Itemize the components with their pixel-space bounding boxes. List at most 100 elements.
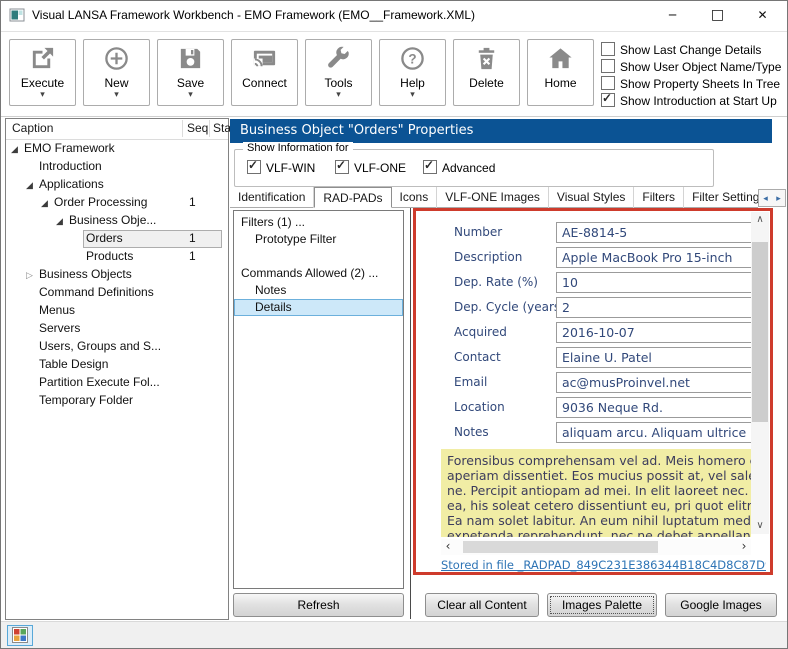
contact-field[interactable] [556, 347, 752, 368]
option-show-introduction[interactable]: Show Introduction at Start Up [601, 92, 781, 108]
expander-expanded-icon[interactable] [56, 213, 63, 227]
minimize-button[interactable] [650, 1, 695, 30]
column-caption[interactable]: Caption [12, 121, 53, 135]
tree-row-orders[interactable]: Orders1 [6, 230, 228, 248]
horizontal-scrollbar[interactable] [441, 539, 751, 555]
dropdown-caret-icon[interactable] [84, 90, 149, 100]
column-divider[interactable] [182, 120, 183, 137]
notes-text-area[interactable]: Forensibus comprehensam vel ad. Meis hom… [441, 449, 751, 537]
checkbox-checked-icon[interactable] [423, 160, 437, 174]
nav-item-notes[interactable]: Notes [234, 282, 403, 299]
home-button[interactable]: Home [527, 39, 594, 106]
execute-button[interactable]: Execute [9, 39, 76, 106]
tree-row-emo-framework[interactable]: EMO Framework [6, 140, 228, 158]
clear-all-content-button[interactable]: Clear all Content [425, 593, 539, 617]
tree-row-applications[interactable]: Applications [6, 176, 228, 194]
dropdown-caret-icon[interactable] [158, 90, 223, 100]
tools-button[interactable]: Tools [305, 39, 372, 106]
tab-visual-styles[interactable]: Visual Styles [549, 187, 634, 208]
vlf-win-checkbox[interactable]: VLF-WIN [247, 160, 315, 175]
maximize-button[interactable] [695, 1, 740, 30]
dropdown-caret-icon[interactable] [10, 90, 75, 100]
expander-expanded-icon[interactable] [11, 141, 18, 155]
dep-rate-field[interactable] [556, 272, 752, 293]
tree-row-products[interactable]: Products1 [6, 248, 228, 266]
refresh-button[interactable]: Refresh [233, 593, 404, 617]
nav-item-details[interactable]: Details [234, 299, 403, 316]
option-show-user-object[interactable]: Show User Object Name/Type [601, 58, 781, 74]
notes-field[interactable] [556, 422, 752, 443]
tree-row-business-objects[interactable]: Business Objects [6, 266, 228, 284]
close-button[interactable] [740, 1, 785, 30]
palette-statusbar-button[interactable] [7, 625, 33, 646]
scroll-down-icon[interactable] [751, 518, 769, 534]
tree-row-temporary-folder[interactable]: Temporary Folder [6, 392, 228, 410]
vertical-scrollbar[interactable] [751, 212, 769, 534]
delete-button[interactable]: Delete [453, 39, 520, 106]
tree-row-partition-execute[interactable]: Partition Execute Fol... [6, 374, 228, 392]
location-field[interactable] [556, 397, 752, 418]
scroll-right-icon[interactable] [737, 539, 751, 555]
field-label: Email [454, 375, 487, 389]
group-legend: Show Information for [243, 142, 353, 154]
stored-file-link[interactable]: Stored in file _RADPAD_849C231E386344B18… [441, 558, 766, 572]
nav-item-prototype-filter[interactable]: Prototype Filter [234, 231, 403, 248]
tab-scroll-left-icon[interactable] [759, 190, 772, 206]
dep-cycle-field[interactable] [556, 297, 752, 318]
expander-expanded-icon[interactable] [26, 177, 33, 191]
tree-item-label: Temporary Folder [39, 393, 133, 407]
save-button[interactable]: Save [157, 39, 224, 106]
scroll-up-icon[interactable] [751, 212, 769, 228]
number-field[interactable] [556, 222, 752, 243]
tree-row-table-design[interactable]: Table Design [6, 356, 228, 374]
dropdown-caret-icon[interactable] [306, 90, 371, 100]
dropdown-caret-icon[interactable] [380, 90, 445, 100]
nav-item-blank[interactable] [234, 248, 403, 265]
tree-row-users-groups[interactable]: Users, Groups and S... [6, 338, 228, 356]
email-field[interactable] [556, 372, 752, 393]
tree-row-order-processing[interactable]: Order Processing1 [6, 194, 228, 212]
tab-scroll-right-icon[interactable] [772, 190, 785, 206]
column-seq[interactable]: Seq [187, 121, 208, 135]
new-button[interactable]: New [83, 39, 150, 106]
tab-identification[interactable]: Identification [230, 187, 314, 208]
description-field[interactable] [556, 247, 752, 268]
tab-filters[interactable]: Filters [634, 187, 684, 208]
tree-row-introduction[interactable]: Introduction [6, 158, 228, 176]
checkbox-icon[interactable] [601, 42, 615, 56]
google-images-button[interactable]: Google Images [665, 593, 777, 617]
checkbox-checked-icon[interactable] [335, 160, 349, 174]
option-show-last-change[interactable]: Show Last Change Details [601, 41, 781, 57]
expander-expanded-icon[interactable] [41, 195, 48, 209]
column-divider[interactable] [209, 120, 210, 137]
checkbox-icon[interactable] [601, 76, 615, 90]
tree-item-label: Order Processing [54, 195, 147, 209]
tab-rad-pads[interactable]: RAD-PADs [314, 187, 391, 208]
scroll-left-icon[interactable] [441, 539, 455, 555]
nav-item-filters[interactable]: Filters (1) ... [234, 214, 403, 231]
checkbox-icon[interactable] [601, 59, 615, 73]
checkbox-checked-icon[interactable] [601, 93, 615, 107]
tab-icons[interactable]: Icons [392, 187, 438, 208]
vertical-scrollbar-thumb[interactable] [752, 242, 768, 422]
vertical-splitter[interactable] [410, 208, 411, 619]
app-window: Visual LANSA Framework Workbench - EMO F… [0, 0, 788, 649]
tab-filter-settings[interactable]: Filter Settings [684, 187, 758, 208]
vlf-one-checkbox[interactable]: VLF-ONE [335, 160, 406, 175]
nav-item-commands-allowed[interactable]: Commands Allowed (2) ... [234, 265, 403, 282]
advanced-checkbox[interactable]: Advanced [423, 160, 495, 175]
svg-text:?: ? [408, 51, 416, 66]
help-button[interactable]: ? Help [379, 39, 446, 106]
tab-vlf-one-images[interactable]: VLF-ONE Images [437, 187, 549, 208]
option-show-property-sheets[interactable]: Show Property Sheets In Tree [601, 75, 781, 91]
images-palette-button[interactable]: Images Palette [547, 593, 657, 617]
horizontal-scrollbar-thumb[interactable] [463, 541, 658, 553]
tree-row-menus[interactable]: Menus [6, 302, 228, 320]
tree-row-command-definitions[interactable]: Command Definitions [6, 284, 228, 302]
expander-collapsed-icon[interactable] [26, 267, 33, 281]
connect-button[interactable]: Connect [231, 39, 298, 106]
tree-row-business-obje[interactable]: Business Obje... [6, 212, 228, 230]
checkbox-checked-icon[interactable] [247, 160, 261, 174]
tree-row-servers[interactable]: Servers [6, 320, 228, 338]
acquired-field[interactable] [556, 322, 752, 343]
